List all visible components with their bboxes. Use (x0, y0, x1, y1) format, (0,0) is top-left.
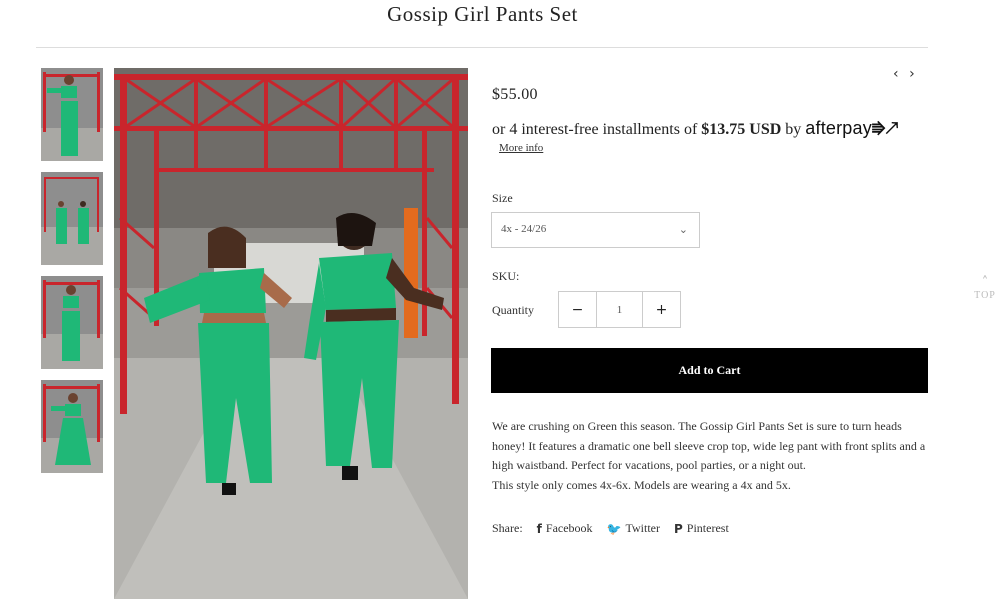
thumbnail-3[interactable] (41, 276, 103, 369)
share-twitter-link[interactable]: 🐦 Twitter (607, 521, 660, 536)
thumbnail-1[interactable] (41, 68, 103, 161)
pinterest-icon: P (673, 521, 683, 536)
share-facebook-link[interactable]: f Facebook (537, 521, 593, 536)
twitter-label: Twitter (625, 521, 660, 535)
scroll-top-label: TOP (974, 290, 996, 301)
installments-text: or 4 interest-free installments of (492, 121, 698, 138)
afterpay-logo-text: afterpay (805, 118, 872, 138)
installments-amount: $13.75 USD (701, 121, 782, 138)
installments-by: by (785, 121, 802, 138)
facebook-icon: f (536, 521, 542, 536)
thumbnail-2[interactable] (41, 172, 103, 265)
share-pinterest-link[interactable]: P Pinterest (674, 521, 729, 536)
sku-label: SKU: (492, 269, 520, 283)
prev-product-icon[interactable]: ‹ (893, 66, 899, 82)
chevron-down-icon: ⌄ (678, 223, 688, 236)
product-nav: ‹ › (893, 66, 921, 82)
quantity-increment-button[interactable]: + (643, 292, 680, 327)
more-info-link[interactable]: More info (499, 142, 543, 154)
twitter-icon: 🐦 (606, 521, 622, 536)
quantity-decrement-button[interactable]: − (559, 292, 596, 327)
quantity-label: Quantity (492, 303, 534, 317)
size-selected-value: 4x - 24/26 (501, 223, 547, 235)
chevron-up-icon: ˄ (981, 275, 989, 290)
description-note: This style only comes 4x-6x. Models are … (492, 477, 791, 492)
product-price: $55.00 (492, 86, 538, 103)
header-divider (36, 47, 928, 48)
pinterest-label: Pinterest (686, 521, 729, 535)
quantity-input[interactable]: 1 (596, 292, 643, 327)
afterpay-logo: afterpay⭆↗ (805, 118, 898, 138)
afterpay-mark-icon: ⭆↗ (871, 121, 898, 138)
afterpay-installments: or 4 interest-free installments of $13.7… (492, 118, 898, 139)
thumbnail-4[interactable] (41, 380, 103, 473)
product-title: Gossip Girl Pants Set (387, 2, 578, 26)
size-select[interactable]: 4x - 24/26 ⌄ (491, 212, 700, 248)
size-label: Size (492, 191, 513, 205)
facebook-label: Facebook (545, 521, 593, 535)
share-label: Share: (492, 521, 523, 535)
share-bar: Share: f Facebook 🐦 Twitter P Pinterest (492, 521, 729, 536)
product-description: We are crushing on Green this season. Th… (492, 417, 932, 495)
thumbnail-gallery (41, 68, 103, 484)
add-to-cart-button[interactable]: Add to Cart (491, 348, 928, 393)
main-product-image[interactable] (114, 68, 468, 599)
next-product-icon[interactable]: › (909, 66, 915, 82)
description-paragraph: We are crushing on Green this season. Th… (492, 419, 926, 472)
quantity-stepper: − 1 + (558, 291, 681, 328)
scroll-to-top-button[interactable]: ˄ TOP (972, 275, 998, 302)
